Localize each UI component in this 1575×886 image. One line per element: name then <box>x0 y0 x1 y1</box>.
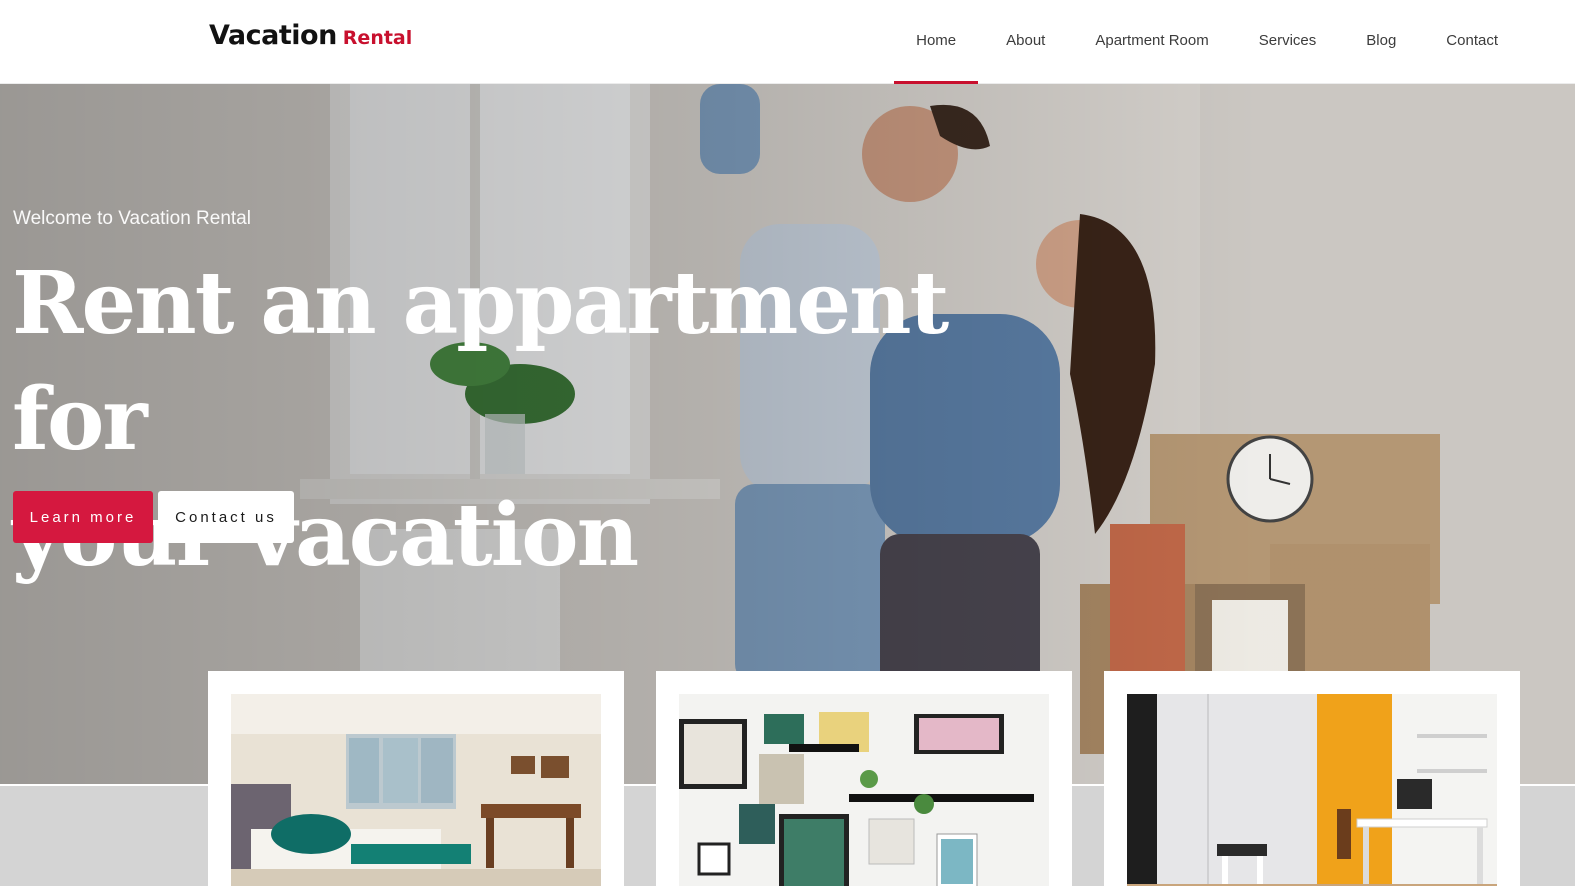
site-logo[interactable]: Vacation Rental <box>209 20 412 51</box>
site-header: Vacation Rental Home About Apartment Roo… <box>0 0 1575 84</box>
room-card[interactable] <box>1104 671 1520 886</box>
page: Vacation Rental Home About Apartment Roo… <box>0 0 1575 886</box>
nav-item-blog[interactable]: Blog <box>1344 0 1418 84</box>
logo-main-text: Vacation <box>209 20 337 51</box>
bedroom-image <box>231 694 601 886</box>
nav-item-contact[interactable]: Contact <box>1424 0 1520 84</box>
nav-item-home[interactable]: Home <box>894 0 979 84</box>
main-nav: Home About Apartment Room Services Blog … <box>891 0 1523 84</box>
gallery-wall-image <box>679 694 1049 886</box>
learn-more-button[interactable]: Learn more <box>13 491 153 543</box>
home-office-image <box>1127 694 1497 886</box>
contact-us-button[interactable]: Contact us <box>158 491 294 543</box>
hero-welcome-text: Welcome to Vacation Rental <box>13 208 251 229</box>
nav-item-apartment-room[interactable]: Apartment Room <box>1073 0 1230 84</box>
room-card[interactable] <box>208 671 624 886</box>
room-card[interactable] <box>656 671 1072 886</box>
nav-item-services[interactable]: Services <box>1237 0 1339 84</box>
logo-accent-text: Rental <box>342 27 413 49</box>
hero-headline-line-1: Rent an appartment for <box>12 253 949 470</box>
nav-item-about[interactable]: About <box>984 0 1067 84</box>
